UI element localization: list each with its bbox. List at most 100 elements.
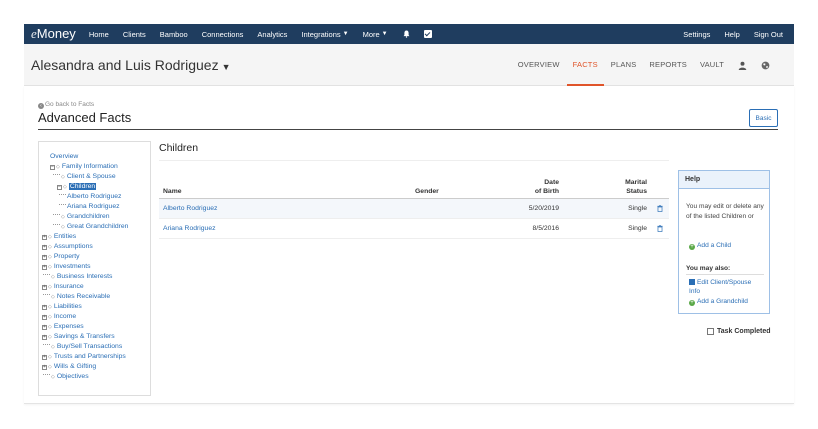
expand-icon[interactable]: + [42,305,47,310]
checkbox[interactable] [707,328,714,335]
tab-facts[interactable]: FACTS [566,44,605,86]
nav-more[interactable]: More ▼ [363,30,388,39]
checkbox-icon[interactable] [423,30,432,38]
tree-item-label: Family Information [61,163,118,170]
top-navigation-bar: eMoney Home Clients Bamboo Connections A… [24,24,794,44]
tree-item-savings-transfers[interactable]: + ◇ Savings & Transfers [39,332,150,342]
tree-connector [43,294,50,295]
nav-integrations[interactable]: Integrations ▼ [301,30,348,39]
tree-item-ariana[interactable]: Ariana Rodriguez [39,202,150,212]
tree-item-label: Overview [50,153,79,160]
trash-icon[interactable] [657,205,663,212]
nav-settings[interactable]: Settings [683,30,710,39]
child-name-link[interactable]: Ariana Rodriguez [163,225,216,232]
collapse-icon[interactable]: − [50,165,55,170]
tree-item-business-interests[interactable]: ◇ Business Interests [39,272,150,282]
expand-icon[interactable]: + [42,325,47,330]
tree-item-overview[interactable]: Overview [39,152,150,162]
col-dob: Date of Birth [535,178,559,196]
tab-overview[interactable]: OVERVIEW [518,44,560,86]
back-link-label: Go back to Facts [45,101,95,108]
tree-item-investments[interactable]: + ◇ Investments [39,262,150,272]
col-dob-line2: of Birth [534,188,559,195]
tree-item-income[interactable]: + ◇ Income [39,312,150,322]
expand-icon[interactable]: + [42,355,47,360]
expand-icon[interactable]: + [42,315,47,320]
nav-home[interactable]: Home [89,30,109,39]
content-panel: ‹ Go back to Facts Advanced Facts Basic O… [24,86,794,404]
tree-item-label: Buy/Sell Transactions [56,343,123,350]
task-completed-checkbox[interactable]: Task Completed [707,328,771,335]
tab-plans[interactable]: PLANS [611,44,637,86]
expand-icon[interactable]: + [42,335,47,340]
user-icon[interactable] [737,60,747,70]
edit-icon [689,279,695,285]
diamond-icon: ◇ [51,294,55,300]
tree-item-label: Client & Spouse [66,173,116,180]
tree-item-buy-sell[interactable]: ◇ Buy/Sell Transactions [39,342,150,352]
diamond-icon: ◇ [61,224,65,230]
diamond-icon: ◇ [48,284,52,290]
expand-icon[interactable]: + [42,255,47,260]
nav-analytics[interactable]: Analytics [257,30,287,39]
tree-connector [43,274,50,275]
tab-reports[interactable]: REPORTS [649,44,687,86]
expand-icon[interactable]: + [42,245,47,250]
task-completed-label: Task Completed [717,328,771,335]
tree-item-trusts-partnerships[interactable]: + ◇ Trusts and Partnerships [39,352,150,362]
bell-icon[interactable] [403,30,410,38]
tree-item-notes-receivable[interactable]: ◇ Notes Receivable [39,292,150,302]
tab-vault[interactable]: VAULT [700,44,724,86]
tree-item-assumptions[interactable]: + ◇ Assumptions [39,242,150,252]
tree-item-label: Income [53,313,77,320]
expand-icon[interactable]: + [42,235,47,240]
diamond-icon: ◇ [56,164,60,170]
nav-clients[interactable]: Clients [123,30,146,39]
child-name-link[interactable]: Alberto Rodriguez [163,205,217,212]
nav-help[interactable]: Help [724,30,739,39]
emoney-logo[interactable]: eMoney [31,26,76,42]
tree-item-property[interactable]: + ◇ Property [39,252,150,262]
diamond-icon: ◇ [48,264,52,270]
tree-item-family-information[interactable]: − ◇ Family Information [39,162,150,172]
diamond-icon: ◇ [48,314,52,320]
expand-icon[interactable]: + [42,365,47,370]
tree-item-grandchildren[interactable]: ◇ Grandchildren [39,212,150,222]
tree-item-insurance[interactable]: + ◇ Insurance [39,282,150,292]
collapse-icon[interactable]: − [57,185,62,190]
tree-item-alberto[interactable]: Alberto Rodriguez [39,192,150,202]
add-grandchild-label: Add a Grandchild [697,298,748,305]
add-grandchild-link[interactable]: + Add a Grandchild [689,297,748,306]
tree-item-client-spouse[interactable]: ◇ Client & Spouse [39,172,150,182]
help-divider [686,274,764,275]
tree-item-children[interactable]: − ◇ Children [39,182,150,192]
tree-item-expenses[interactable]: + ◇ Expenses [39,322,150,332]
tree-item-entities[interactable]: + ◇ Entities [39,232,150,242]
diamond-icon: ◇ [51,374,55,380]
tree-item-wills-gifting[interactable]: + ◇ Wills & Gifting [39,362,150,372]
table-header: Name Gender Date of Birth Marital Status [159,172,669,199]
nav-connections[interactable]: Connections [202,30,244,39]
tree-item-great-grandchildren[interactable]: ◇ Great Grandchildren [39,222,150,232]
edit-client-label: Edit Client/Spouse Info [689,279,752,295]
diamond-icon: ◇ [48,304,52,310]
section-divider [159,160,669,161]
basic-button[interactable]: Basic [749,109,778,127]
tree-item-label: Liabilities [53,303,82,310]
globe-icon[interactable] [760,60,770,70]
nav-sign-out[interactable]: Sign Out [754,30,783,39]
trash-icon[interactable] [657,225,663,232]
add-child-link[interactable]: + Add a Child [689,241,731,250]
tree-item-objectives[interactable]: ◇ Objectives [39,372,150,382]
edit-client-spouse-link[interactable]: Edit Client/Spouse Info [689,278,763,296]
expand-icon[interactable]: + [42,265,47,270]
client-name-dropdown[interactable]: Alesandra and Luis Rodriguez ▼ [31,57,231,73]
nav-bamboo[interactable]: Bamboo [160,30,188,39]
expand-icon[interactable]: + [42,285,47,290]
diamond-icon: ◇ [51,344,55,350]
table-row: Alberto Rodriguez 5/20/2019 Single [159,199,669,219]
col-marital-line2: Status [626,188,647,195]
back-to-facts-link[interactable]: ‹ Go back to Facts [38,101,94,109]
tree-connector [59,194,66,195]
tree-item-liabilities[interactable]: + ◇ Liabilities [39,302,150,312]
